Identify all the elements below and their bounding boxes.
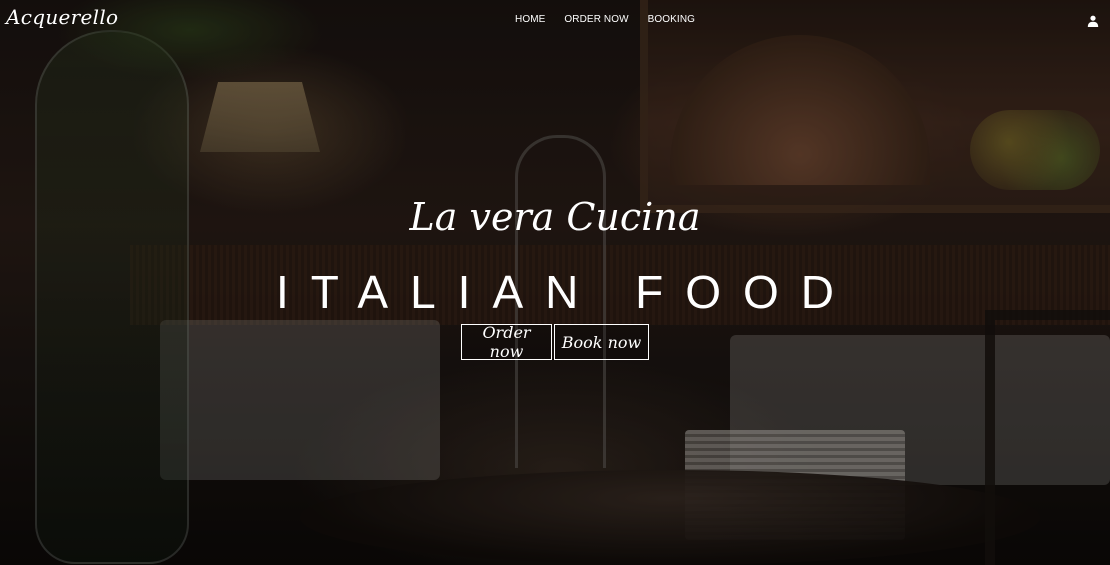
hero-tagline: La vera Cucina (409, 195, 701, 239)
main-nav: HOME ORDER NOW BOOKING (515, 14, 695, 25)
order-now-button[interactable]: Order now (461, 323, 552, 361)
book-now-button[interactable]: Book now (554, 324, 649, 360)
brand-logo[interactable]: Acquerello (6, 5, 118, 29)
nav-item-home[interactable]: HOME (515, 14, 545, 25)
hero-section: Acquerello HOME ORDER NOW BOOKING La ver… (0, 0, 1110, 565)
hero-cta-group: Order now Book now (461, 323, 649, 361)
nav-item-booking[interactable]: BOOKING (648, 14, 695, 25)
user-icon-graphic (1087, 15, 1099, 27)
hero-headline: ITALIAN FOOD (275, 266, 857, 318)
user-icon[interactable] (1087, 14, 1099, 27)
nav-item-order-now[interactable]: ORDER NOW (564, 14, 628, 25)
